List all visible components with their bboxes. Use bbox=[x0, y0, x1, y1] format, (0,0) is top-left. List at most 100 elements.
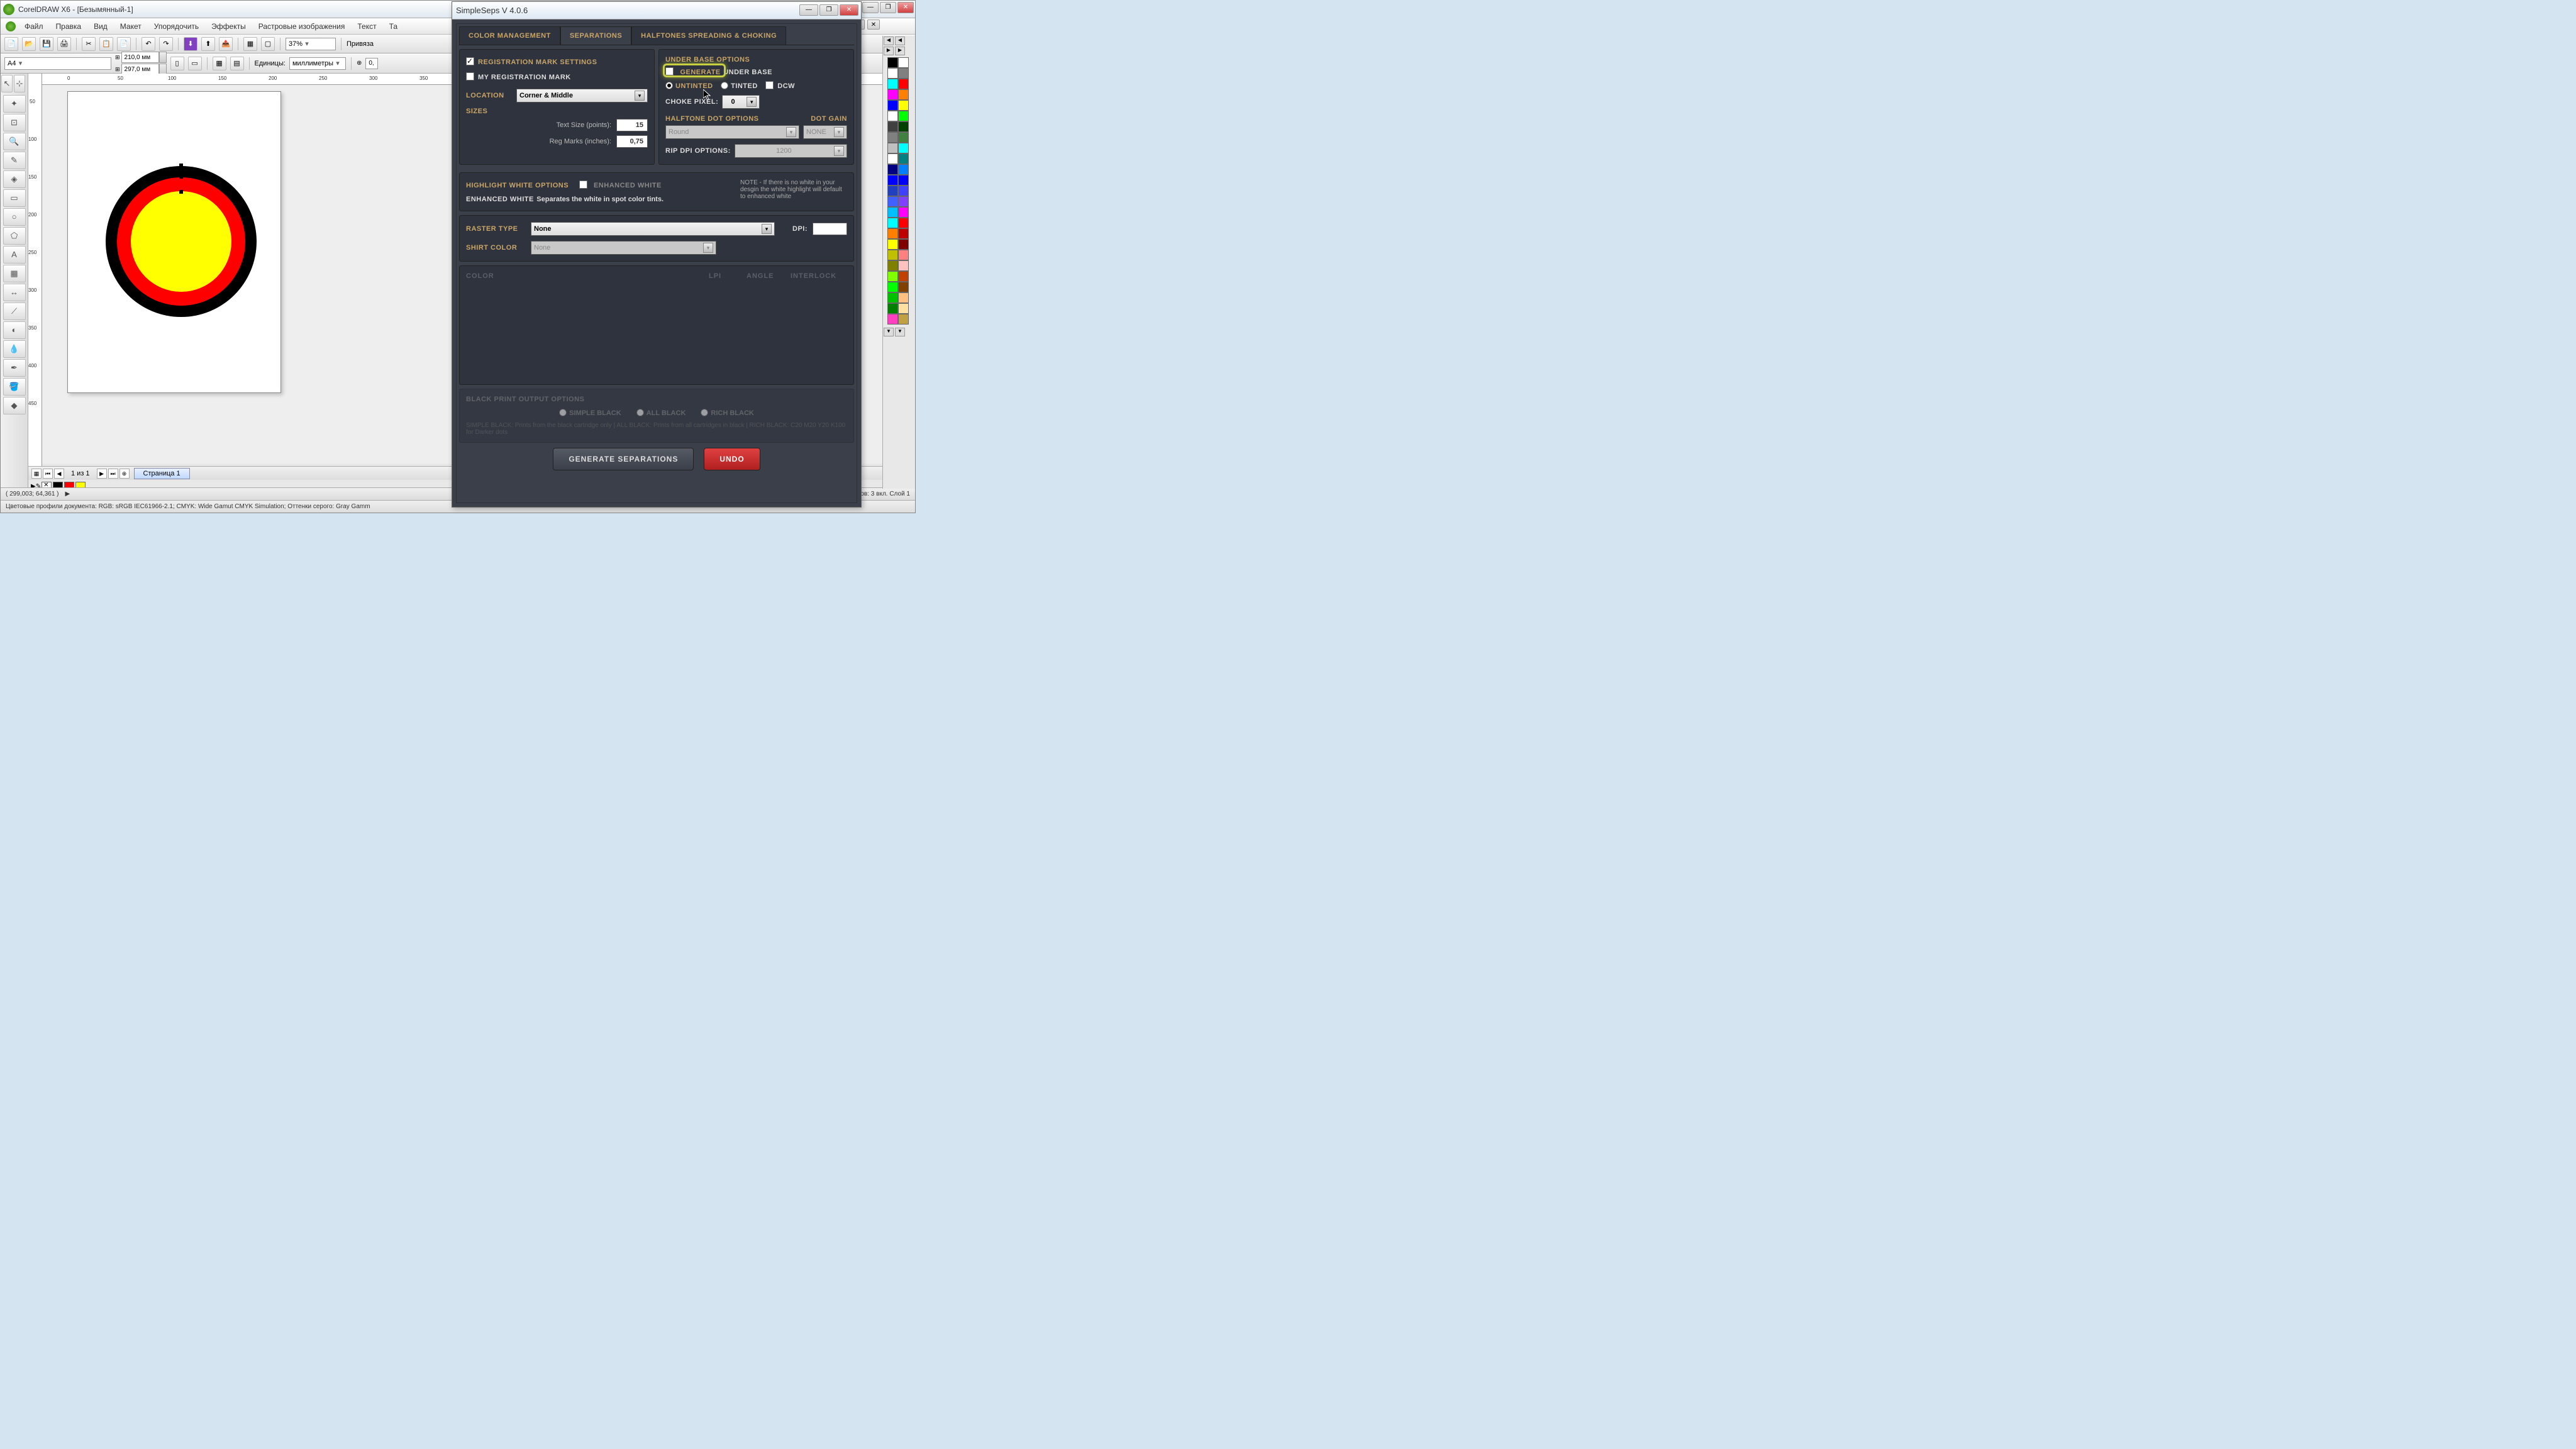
color-swatch[interactable] bbox=[898, 207, 909, 218]
color-swatch[interactable] bbox=[887, 292, 898, 303]
color-swatch[interactable] bbox=[887, 282, 898, 292]
color-swatch[interactable] bbox=[898, 292, 909, 303]
tab-halftones[interactable]: HALFTONES SPREADING & CHOKING bbox=[631, 26, 786, 45]
crop-tool[interactable]: ⊡ bbox=[3, 114, 26, 131]
page-tab-1[interactable]: Страница 1 bbox=[134, 468, 190, 479]
color-swatch[interactable] bbox=[887, 186, 898, 196]
color-swatch[interactable] bbox=[898, 143, 909, 153]
untinted-radio[interactable] bbox=[665, 82, 673, 89]
selection-handle[interactable] bbox=[179, 190, 183, 194]
page-width-input[interactable] bbox=[121, 52, 159, 63]
color-swatch[interactable] bbox=[898, 218, 909, 228]
cut-button[interactable]: ✂ bbox=[82, 37, 96, 51]
export-button[interactable]: ⬆ bbox=[201, 37, 215, 51]
polygon-tool[interactable]: ⬠ bbox=[3, 227, 26, 245]
menu-bitmaps[interactable]: Растровые изображения bbox=[252, 19, 352, 33]
outline-tool[interactable]: ✒ bbox=[3, 359, 26, 377]
page-prev-button[interactable]: ◀ bbox=[54, 469, 64, 479]
ss-maximize-button[interactable]: ❐ bbox=[819, 4, 838, 16]
color-swatch[interactable] bbox=[898, 79, 909, 89]
color-swatch[interactable] bbox=[898, 132, 909, 143]
color-swatch[interactable] bbox=[887, 218, 898, 228]
units-combo[interactable]: миллиметры▾ bbox=[289, 57, 346, 70]
color-swatch[interactable] bbox=[898, 68, 909, 79]
color-swatch[interactable] bbox=[898, 314, 909, 325]
text-tool[interactable]: A bbox=[3, 246, 26, 264]
publish-button[interactable]: 📤 bbox=[219, 37, 233, 51]
color-swatch[interactable] bbox=[887, 250, 898, 260]
ss-minimize-button[interactable]: — bbox=[799, 4, 818, 16]
choke-pixel-combo[interactable]: 0▾ bbox=[722, 95, 760, 109]
table-tool[interactable]: ▦ bbox=[3, 265, 26, 282]
black-circle[interactable] bbox=[106, 166, 257, 317]
reg-inches-input[interactable] bbox=[616, 135, 648, 148]
color-swatch[interactable] bbox=[898, 271, 909, 282]
color-swatch[interactable] bbox=[898, 111, 909, 121]
palette-next[interactable]: ▶ bbox=[884, 47, 894, 55]
color-swatch[interactable] bbox=[898, 89, 909, 100]
tinted-radio[interactable] bbox=[721, 82, 728, 89]
color-swatch[interactable] bbox=[887, 207, 898, 218]
page-first-button[interactable]: ⏮ bbox=[43, 469, 53, 479]
color-swatch[interactable] bbox=[887, 68, 898, 79]
color-swatch[interactable] bbox=[898, 239, 909, 250]
menu-file[interactable]: Файл bbox=[18, 19, 50, 33]
undo-button[interactable]: UNDO bbox=[704, 448, 760, 470]
tab-separations[interactable]: SEPARATIONS bbox=[560, 26, 631, 45]
freehand-pick-tool[interactable]: ⊹ bbox=[14, 75, 25, 92]
shirt-color-combo[interactable]: None▾ bbox=[531, 241, 716, 255]
color-swatch[interactable] bbox=[898, 186, 909, 196]
color-swatch[interactable] bbox=[898, 175, 909, 186]
tab-color-management[interactable]: COLOR MANAGEMENT bbox=[459, 26, 560, 45]
app-menu-icon[interactable] bbox=[6, 21, 16, 31]
new-button[interactable]: 📄 bbox=[4, 37, 18, 51]
save-button[interactable]: 💾 bbox=[40, 37, 53, 51]
text-size-input[interactable] bbox=[616, 119, 648, 131]
color-swatch[interactable] bbox=[887, 314, 898, 325]
corel-minimize-button[interactable]: — bbox=[862, 2, 879, 13]
red-circle[interactable] bbox=[117, 177, 245, 306]
menu-layout[interactable]: Макет bbox=[114, 19, 148, 33]
copy-button[interactable]: 📋 bbox=[99, 37, 113, 51]
color-swatch[interactable] bbox=[887, 79, 898, 89]
color-swatch[interactable] bbox=[887, 196, 898, 207]
color-swatch[interactable] bbox=[887, 57, 898, 68]
enhanced-white-checkbox[interactable] bbox=[579, 180, 587, 189]
welcome-button[interactable]: ▢ bbox=[261, 37, 275, 51]
reg-mark-settings-checkbox[interactable] bbox=[466, 57, 474, 65]
rip-dpi-combo[interactable]: 1200▾ bbox=[735, 144, 847, 158]
current-page-button[interactable]: ▤ bbox=[230, 57, 244, 70]
import-button[interactable]: ⬇ bbox=[184, 37, 197, 51]
yellow-circle[interactable] bbox=[131, 191, 231, 292]
dpi-input[interactable] bbox=[813, 223, 847, 235]
page-doc-icon[interactable]: ▦ bbox=[31, 469, 42, 479]
color-swatch[interactable] bbox=[887, 164, 898, 175]
snap-label[interactable]: Привяза bbox=[347, 40, 374, 48]
color-swatch[interactable] bbox=[898, 196, 909, 207]
interactive-fill-tool[interactable]: ◆ bbox=[3, 397, 26, 414]
corel-close-button[interactable]: ✕ bbox=[897, 2, 914, 13]
doc-close-button[interactable]: ✕ bbox=[867, 19, 880, 30]
portrait-button[interactable]: ▯ bbox=[170, 57, 184, 70]
dotgain-combo[interactable]: NONE▾ bbox=[803, 125, 847, 139]
my-reg-mark-checkbox[interactable] bbox=[466, 72, 474, 80]
color-swatch[interactable] bbox=[887, 228, 898, 239]
color-swatch[interactable] bbox=[898, 57, 909, 68]
palette-down2[interactable]: ▼ bbox=[895, 328, 905, 336]
color-swatch[interactable] bbox=[887, 143, 898, 153]
palette-prev[interactable]: ◀ bbox=[884, 36, 894, 45]
color-swatch[interactable] bbox=[898, 303, 909, 314]
freehand-tool[interactable]: ✎ bbox=[3, 152, 26, 169]
page-last-button[interactable]: ⏭ bbox=[108, 469, 118, 479]
ss-titlebar[interactable]: SimpleSeps V 4.0.6 — ❐ ✕ bbox=[452, 2, 861, 19]
undo-button[interactable]: ↶ bbox=[142, 37, 155, 51]
menu-effects[interactable]: Эффекты bbox=[205, 19, 252, 33]
eyedropper-tool[interactable]: 💧 bbox=[3, 340, 26, 358]
menu-view[interactable]: Вид bbox=[87, 19, 114, 33]
nudge-input[interactable] bbox=[365, 58, 378, 69]
generate-separations-button[interactable]: GENERATE SEPARATIONS bbox=[553, 448, 694, 470]
shape-tool[interactable]: ✦ bbox=[3, 95, 26, 113]
menu-text[interactable]: Текст bbox=[351, 19, 382, 33]
ellipse-tool[interactable]: ○ bbox=[3, 208, 26, 226]
color-swatch[interactable] bbox=[887, 260, 898, 271]
